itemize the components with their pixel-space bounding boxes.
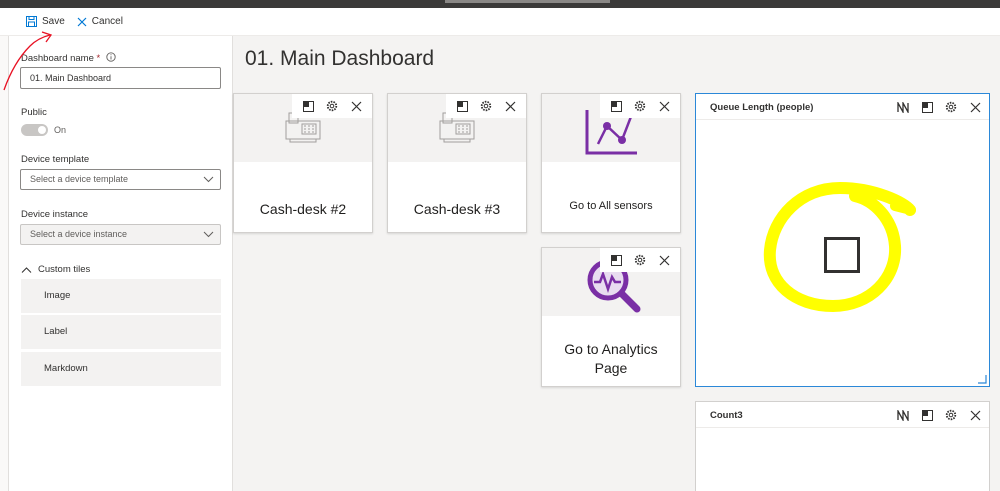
gear-icon (945, 101, 957, 113)
empty-state-square-icon (824, 237, 860, 273)
settings-panel: Dashboard name * 01. Main Dashboard Publ… (9, 36, 233, 491)
required-mark: * (96, 53, 101, 64)
resize-icon (610, 254, 622, 266)
tile-caption: Go to Analytics Page (564, 341, 658, 376)
close-icon (970, 102, 980, 112)
device-template-select[interactable]: Select a device template (20, 169, 221, 190)
chevron-down-icon (203, 176, 214, 183)
visualization-button[interactable] (891, 404, 915, 426)
chevron-up-icon (21, 266, 32, 273)
remove-tile-button[interactable] (652, 249, 676, 271)
tile-count3[interactable]: Count3 (695, 401, 990, 491)
remove-tile-button[interactable] (344, 95, 368, 117)
gear-icon (326, 100, 338, 112)
resize-icon (921, 409, 933, 421)
tile-toolbar (600, 94, 680, 118)
resize-grip-icon[interactable] (977, 374, 987, 384)
dashboard-name-label: Dashboard name * (21, 52, 116, 64)
custom-tiles-label: Custom tiles (38, 264, 91, 275)
window-top-strip (0, 0, 1000, 8)
dashboard-name-field[interactable]: 01. Main Dashboard (20, 67, 221, 89)
public-toggle[interactable] (21, 124, 48, 136)
cancel-button[interactable]: Cancel (77, 16, 123, 27)
tile-settings-button[interactable] (320, 95, 344, 117)
tile-toolbar (891, 96, 987, 118)
resize-icon (610, 100, 622, 112)
gear-icon (480, 100, 492, 112)
tile-toolbar (292, 94, 372, 118)
tile-title: Count3 (710, 410, 743, 421)
tile-toolbar (600, 248, 680, 272)
tile-caption: Go to All sensors (569, 200, 653, 212)
resize-tile-button[interactable] (915, 96, 939, 118)
tile-settings-button[interactable] (474, 95, 498, 117)
remove-tile-button[interactable] (963, 404, 987, 426)
device-instance-placeholder: Select a device instance (30, 229, 128, 239)
tile-caption: Cash-desk #3 (413, 201, 501, 217)
custom-tile-label[interactable]: Label (21, 315, 221, 349)
close-icon (77, 17, 87, 26)
tile-all-sensors[interactable]: Go to All sensors (541, 93, 681, 233)
save-label: Save (42, 16, 65, 27)
info-icon (106, 52, 116, 62)
save-button[interactable]: Save (26, 16, 65, 27)
tile-cash-desk-3[interactable]: Cash-desk #3 (387, 93, 527, 233)
page-title: 01. Main Dashboard (245, 47, 435, 70)
visualization-icon (897, 101, 909, 113)
tile-toolbar (891, 404, 987, 426)
public-label: Public (21, 107, 47, 118)
close-icon (970, 410, 980, 420)
resize-tile-button[interactable] (296, 95, 320, 117)
public-toggle-state: On (54, 125, 67, 135)
tile-title: Queue Length (people) (710, 102, 814, 113)
gear-icon (634, 254, 646, 266)
close-icon (505, 101, 515, 111)
tile-toolbar (446, 94, 526, 118)
tile-settings-button[interactable] (939, 96, 963, 118)
custom-tiles-toggle[interactable]: Custom tiles (21, 264, 90, 275)
tile-queue-length[interactable]: Queue Length (people) (695, 93, 990, 387)
tile-caption: Cash-desk #2 (259, 201, 347, 217)
tile-analytics-page[interactable]: Go to Analytics Page (541, 247, 681, 387)
device-instance-label: Device instance (21, 209, 89, 220)
device-template-label: Device template (21, 154, 90, 165)
visualization-button[interactable] (891, 96, 915, 118)
resize-tile-button[interactable] (604, 95, 628, 117)
remove-tile-button[interactable] (652, 95, 676, 117)
tile-cash-desk-2[interactable]: Cash-desk #2 (233, 93, 373, 233)
toggle-knob (38, 126, 46, 134)
window-tab-highlight (445, 0, 610, 3)
left-edge-rail (0, 36, 9, 491)
resize-tile-button[interactable] (604, 249, 628, 271)
tile-settings-button[interactable] (939, 404, 963, 426)
resize-icon (921, 101, 933, 113)
device-instance-select[interactable]: Select a device instance (20, 224, 221, 245)
save-icon (26, 16, 37, 27)
close-icon (351, 101, 361, 111)
visualization-icon (897, 409, 909, 421)
custom-tile-image[interactable]: Image (21, 279, 221, 313)
resize-tile-button[interactable] (915, 404, 939, 426)
tile-settings-button[interactable] (628, 95, 652, 117)
custom-tile-markdown[interactable]: Markdown (21, 352, 221, 386)
device-template-placeholder: Select a device template (30, 174, 129, 184)
remove-tile-button[interactable] (498, 95, 522, 117)
command-bar: Save Cancel (0, 8, 1000, 36)
tile-header: Queue Length (people) (696, 94, 989, 120)
tile-settings-button[interactable] (628, 249, 652, 271)
remove-tile-button[interactable] (963, 96, 987, 118)
gear-icon (634, 100, 646, 112)
cancel-label: Cancel (91, 16, 123, 27)
resize-icon (302, 100, 314, 112)
resize-icon (456, 100, 468, 112)
close-icon (659, 255, 669, 265)
chevron-down-icon (203, 231, 214, 238)
tile-header: Count3 (696, 402, 989, 428)
gear-icon (945, 409, 957, 421)
close-icon (659, 101, 669, 111)
resize-tile-button[interactable] (450, 95, 474, 117)
